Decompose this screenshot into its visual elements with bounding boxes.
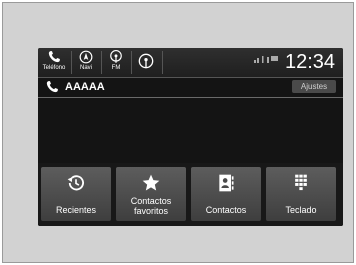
divider <box>71 51 72 74</box>
navigation-icon <box>79 50 93 64</box>
signal-strength-icon <box>254 56 278 63</box>
connected-device-name: AAAAA <box>65 81 105 93</box>
divider <box>101 51 102 74</box>
status-bar: Teléfono Navi FM 12:34 <box>38 48 343 78</box>
star-icon <box>142 174 160 191</box>
recent-calls-button[interactable]: Recientes <box>41 167 111 221</box>
keypad-button[interactable]: Teclado <box>266 167 336 221</box>
fm-source-button[interactable]: FM <box>105 50 127 75</box>
recent-calls-label: Recientes <box>55 205 97 215</box>
phone-source-label: Teléfono <box>42 65 66 71</box>
clock: 12:34 <box>285 51 336 73</box>
handset-icon <box>46 81 58 93</box>
phone-source-button[interactable]: Teléfono <box>41 50 67 75</box>
phone-icon <box>48 51 60 63</box>
signal-status-icons <box>254 55 278 65</box>
phone-menu-panel: Recientes Contactos favoritos Contactos <box>38 163 343 226</box>
keypad-label: Teclado <box>285 205 317 215</box>
radio-antenna-icon <box>110 50 122 63</box>
favorite-contacts-label: Contactos favoritos <box>130 196 172 216</box>
contacts-book-icon <box>219 174 234 192</box>
audio-source-button[interactable] <box>135 50 157 75</box>
page-frame: Teléfono Navi FM 12:34 AAAAA Ajustes Rec… <box>2 2 354 263</box>
contacts-label: Contactos <box>205 205 247 215</box>
infotainment-screen: Teléfono Navi FM 12:34 AAAAA Ajustes Rec… <box>38 48 343 226</box>
navi-source-label: Navi <box>79 65 92 71</box>
navi-source-button[interactable]: Navi <box>75 50 97 75</box>
contacts-button[interactable]: Contactos <box>191 167 261 221</box>
keypad-icon <box>295 174 307 191</box>
settings-button[interactable]: Ajustes <box>292 80 336 93</box>
favorite-contacts-button[interactable]: Contactos favoritos <box>116 167 186 221</box>
history-icon <box>67 175 84 191</box>
radio-antenna-icon <box>138 53 154 69</box>
divider <box>131 51 132 74</box>
call-bar: AAAAA Ajustes <box>38 78 343 98</box>
fm-source-label: FM <box>111 65 121 71</box>
divider <box>162 51 163 74</box>
